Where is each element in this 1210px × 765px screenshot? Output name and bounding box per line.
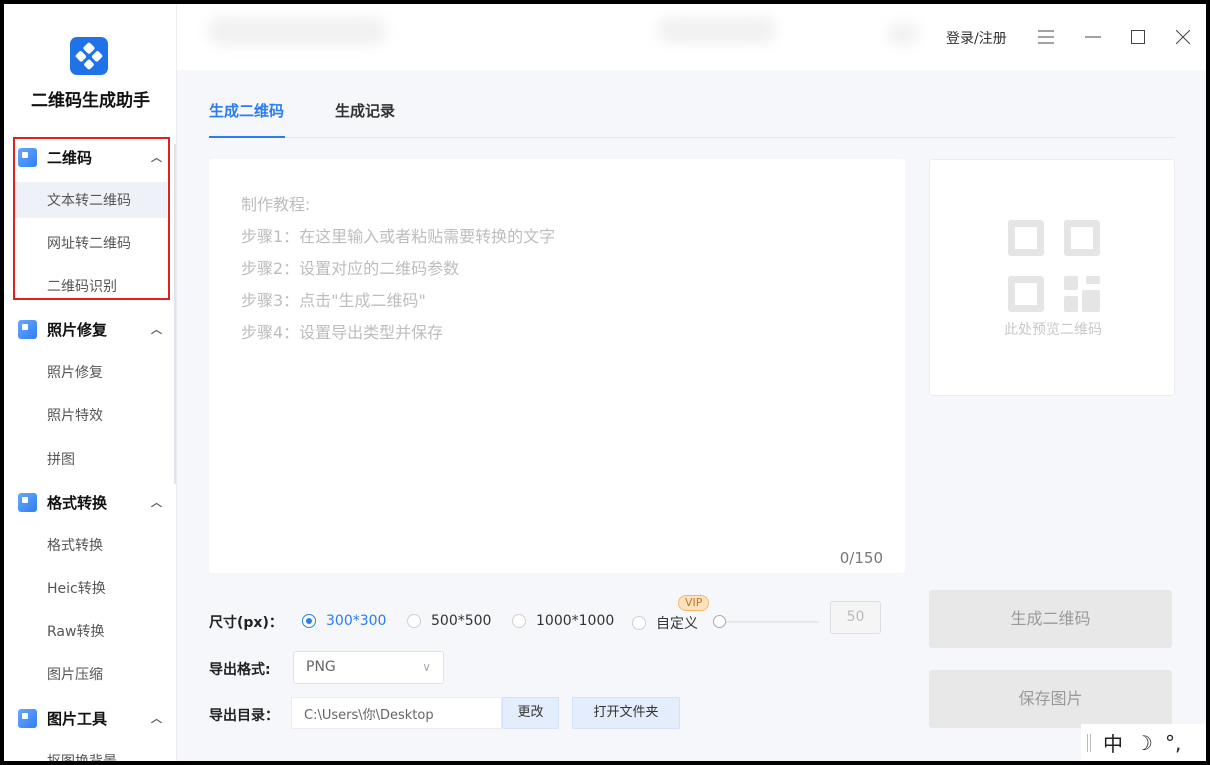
change-dir-button[interactable]: 更改 [502, 697, 559, 729]
section-label: 二维码 [47, 148, 93, 167]
size-radio-custom[interactable]: 自定义 [632, 613, 698, 633]
save-image-button[interactable]: 保存图片 [929, 670, 1172, 728]
radio-dot [512, 614, 526, 628]
sidebar-item-url-to-qr[interactable]: 网址转二维码 [14, 225, 167, 261]
close-icon[interactable] [1170, 24, 1196, 50]
radio-label: 300*300 [326, 613, 387, 629]
dir-label: 导出目录： [209, 708, 279, 724]
chevron-up-icon: ︿ [151, 496, 162, 509]
sidebar-item-collage[interactable]: 拼图 [14, 441, 167, 477]
qrcode-section-icon [18, 147, 37, 167]
chevron-down-icon: ∨ [422, 660, 431, 674]
image-tools-section-icon [18, 708, 37, 728]
chevron-up-icon: ︿ [151, 712, 162, 725]
tab-bar: 生成二维码 生成记录 [209, 100, 1175, 138]
sidebar-item-qr-recognize[interactable]: 二维码识别 [14, 268, 167, 304]
section-format-convert[interactable]: 格式转换 ︿ [18, 488, 168, 516]
preview-placeholder-text: 此处预览二维码 [1004, 322, 1102, 338]
app-window: 二维码生成助手 二维码 ︿ 文本转二维码 网址转二维码 二维码识别 照片修复 ︿… [4, 4, 1206, 761]
section-image-tools[interactable]: 图片工具 ︿ [18, 704, 168, 732]
chevron-up-icon: ︿ [151, 151, 162, 164]
sidebar-item-compress[interactable]: 图片压缩 [14, 656, 167, 692]
custom-size-input[interactable]: 50 [830, 601, 881, 634]
custom-size-slider-track[interactable] [722, 621, 819, 623]
tutorial-line: 步骤2：设置对应的二维码参数 [241, 259, 460, 278]
active-tab-underline [209, 136, 285, 138]
size-radio-300[interactable]: 300*300 [302, 613, 386, 629]
maximize-icon[interactable] [1125, 24, 1151, 50]
tutorial-line: 制作教程: [241, 195, 311, 214]
ime-toolbar: 中 ☽ °, [1081, 724, 1206, 761]
vip-badge: VIP [678, 595, 710, 611]
sidebar-item-cutout[interactable]: 抠图换背景 [14, 743, 167, 761]
section-label: 照片修复 [47, 320, 108, 339]
sidebar-item-photo-effects[interactable]: 照片特效 [14, 397, 167, 433]
tutorial-line: 步骤4：设置导出类型并保存 [241, 323, 444, 342]
sidebar-item-photo-repair[interactable]: 照片修复 [14, 354, 167, 390]
tutorial-line: 步骤3：点击"生成二维码" [241, 291, 426, 310]
open-folder-button[interactable]: 打开文件夹 [572, 697, 680, 729]
photo-section-icon [18, 319, 37, 339]
chevron-up-icon: ︿ [151, 323, 162, 336]
section-label: 格式转换 [47, 493, 108, 512]
sidebar-item-format-convert[interactable]: 格式转换 [14, 527, 167, 563]
menu-icon[interactable] [1033, 24, 1059, 50]
radio-dot [302, 614, 316, 628]
punctuation-toggle[interactable]: °, [1165, 731, 1181, 755]
export-dir-input[interactable] [291, 697, 502, 729]
section-label: 图片工具 [47, 709, 108, 728]
text-input-area[interactable]: 制作教程: 步骤1：在这里输入或者粘贴需要转换的文字 步骤2：设置对应的二维码参… [209, 159, 905, 573]
radio-label: 自定义 [656, 616, 698, 632]
generate-qr-button[interactable]: 生成二维码 [929, 590, 1172, 648]
tab-generate-qr[interactable]: 生成二维码 [209, 100, 284, 121]
titlebar: 登录/注册 [177, 4, 1206, 70]
format-select[interactable]: PNG ∨ [293, 651, 444, 684]
sidebar-item-heic[interactable]: Heic转换 [14, 570, 167, 606]
ime-language-toggle[interactable]: 中 [1103, 728, 1123, 757]
size-radio-500[interactable]: 500*500 [407, 613, 491, 629]
qr-placeholder-icon [1008, 220, 1100, 312]
radio-label: 500*500 [431, 613, 492, 629]
size-radio-1000[interactable]: 1000*1000 [512, 613, 614, 629]
format-label: 导出格式: [209, 662, 271, 678]
custom-size-slider-handle[interactable] [713, 615, 726, 628]
radio-dot [407, 614, 421, 628]
blurred-banner [207, 16, 387, 46]
radio-label: 1000*1000 [536, 613, 615, 629]
app-logo-icon [70, 37, 108, 75]
ime-drag-handle[interactable] [1087, 733, 1091, 752]
tab-history[interactable]: 生成记录 [335, 100, 395, 121]
char-counter: 0/150 [839, 549, 883, 567]
qr-preview-panel: 此处预览二维码 [929, 159, 1175, 396]
convert-section-icon [18, 492, 37, 512]
blurred-banner [657, 16, 777, 44]
moon-icon[interactable]: ☽ [1135, 731, 1153, 755]
section-qrcode[interactable]: 二维码 ︿ [18, 143, 168, 171]
sidebar: 二维码生成助手 二维码 ︿ 文本转二维码 网址转二维码 二维码识别 照片修复 ︿… [4, 4, 177, 761]
blurred-banner [887, 22, 919, 46]
tutorial-line: 步骤1：在这里输入或者粘贴需要转换的文字 [241, 227, 556, 246]
app-title: 二维码生成助手 [31, 91, 150, 111]
sidebar-scrollbar[interactable] [174, 144, 176, 484]
minimize-icon[interactable] [1080, 24, 1106, 50]
size-label: 尺寸(px)： [209, 615, 283, 631]
login-register-link[interactable]: 登录/注册 [946, 28, 1007, 48]
sidebar-item-raw[interactable]: Raw转换 [14, 613, 167, 649]
radio-dot [632, 616, 646, 630]
section-photo-repair[interactable]: 照片修复 ︿ [18, 315, 168, 343]
sidebar-item-text-to-qr[interactable]: 文本转二维码 [14, 182, 167, 218]
format-value: PNG [306, 659, 336, 675]
